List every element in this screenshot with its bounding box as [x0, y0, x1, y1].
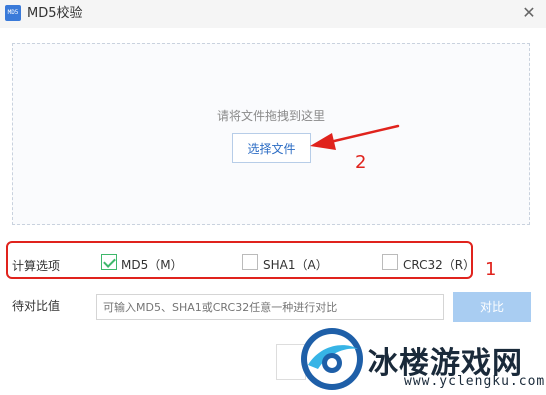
watermark-logo-icon	[301, 328, 363, 390]
watermark-url: www.yclengku.com	[404, 374, 546, 389]
annotation-arrow	[310, 124, 400, 150]
